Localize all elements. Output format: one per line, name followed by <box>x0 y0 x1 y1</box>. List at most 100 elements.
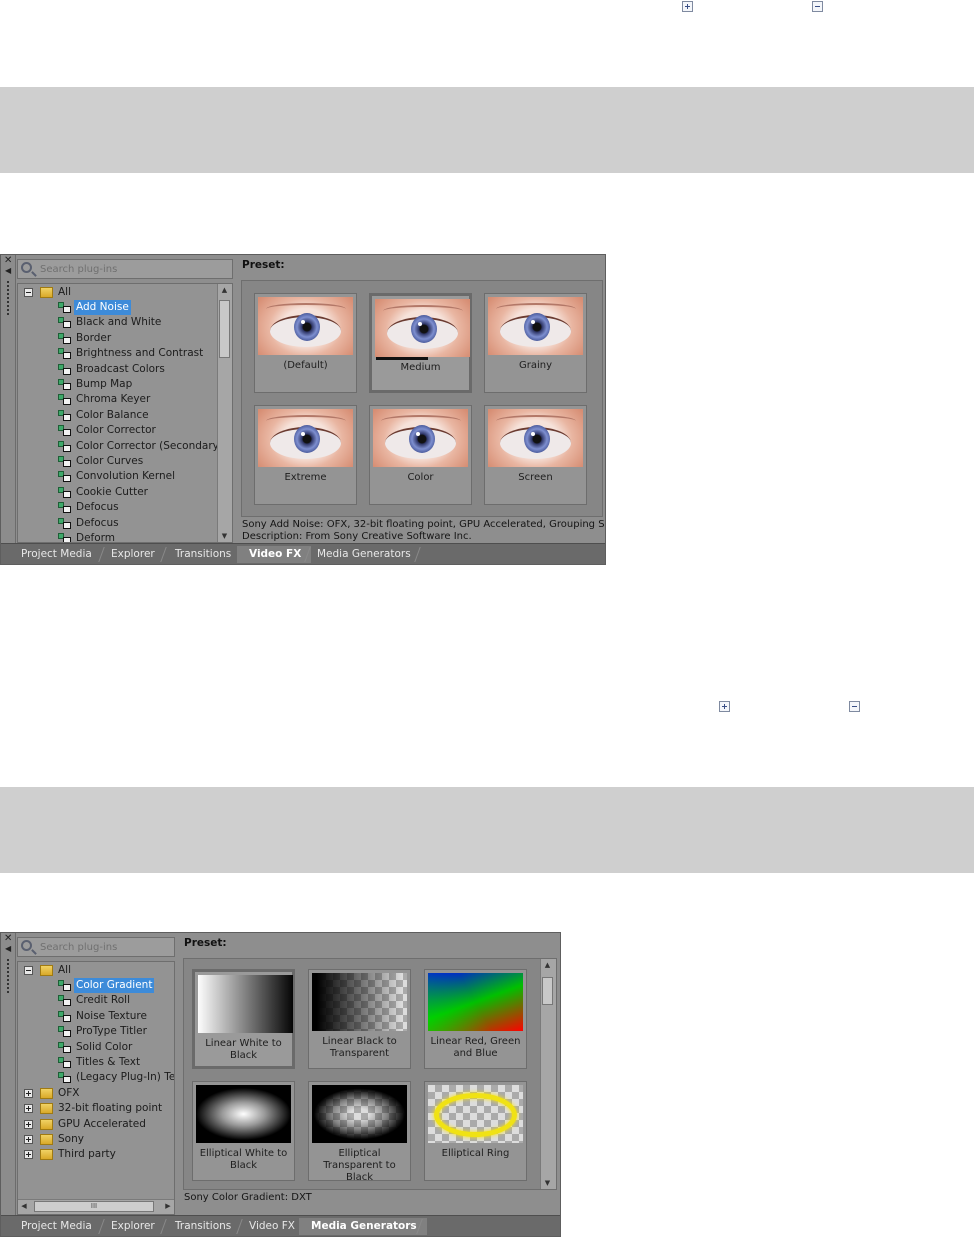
tree-item[interactable]: Defocus <box>18 516 208 531</box>
tree-folder[interactable]: OFX <box>18 1086 168 1101</box>
tree-item[interactable]: Color Corrector (Secondary) <box>18 439 223 454</box>
collapse-all-icon[interactable] <box>812 1 823 12</box>
preset-tile[interactable]: Linear White to Black <box>192 969 295 1069</box>
preset-tile[interactable]: Linear Black to Transparent <box>308 969 411 1069</box>
expand-node-icon[interactable] <box>24 1135 33 1144</box>
tree-item[interactable]: Color Curves <box>18 454 208 469</box>
tree-item[interactable]: Black and White <box>18 315 208 330</box>
preset-tile[interactable]: Elliptical Ring <box>424 1081 527 1181</box>
tree-item[interactable]: Border <box>18 331 208 346</box>
tree-item[interactable]: ProType Titler <box>18 1024 174 1039</box>
tree-folder-label: Third party <box>58 1148 116 1161</box>
expand-all-icon[interactable] <box>719 701 730 712</box>
tab-media-generators[interactable]: Media Generators <box>299 1218 427 1235</box>
tree-item[interactable]: Color Corrector <box>18 423 208 438</box>
tree-folder[interactable]: GPU Accelerated <box>18 1117 168 1132</box>
tree-item[interactable]: Solid Color <box>18 1040 174 1055</box>
scroll-down-icon[interactable]: ▼ <box>541 1177 554 1189</box>
collapse-node-icon[interactable] <box>24 288 33 297</box>
preset-tile[interactable]: Elliptical Transparent to Black <box>308 1081 411 1183</box>
preset-tile[interactable]: Medium <box>369 293 472 393</box>
scroll-thumb[interactable]: III <box>34 1201 154 1212</box>
expand-node-icon[interactable] <box>24 1150 33 1160</box>
tab-video-fx[interactable]: Video FX <box>237 546 312 563</box>
tree-item[interactable]: Chroma Keyer <box>18 392 208 407</box>
dock-arrow-icon[interactable]: ◀ <box>5 945 11 953</box>
scroll-right-icon[interactable]: ▶ <box>162 1200 174 1213</box>
close-icon[interactable]: ✕ <box>4 934 12 944</box>
tree-node-all[interactable]: All <box>18 963 168 978</box>
preset-caption: Linear Red, Green and Blue <box>430 1036 521 1059</box>
tree-item[interactable]: Cookie Cutter <box>18 485 208 500</box>
search-input[interactable] <box>40 262 225 276</box>
expand-node-icon[interactable] <box>24 1104 33 1114</box>
tab-video-fx[interactable]: Video FX <box>237 1218 305 1235</box>
grip-handle-icon[interactable] <box>7 959 9 993</box>
tree-item[interactable]: Color Balance <box>18 408 208 423</box>
preset-tile[interactable]: Color <box>369 405 472 505</box>
tree-item-label: Chroma Keyer <box>76 393 151 406</box>
expand-node-icon[interactable] <box>24 1119 33 1129</box>
plugin-icon <box>58 456 71 467</box>
scroll-up-icon[interactable]: ▲ <box>541 959 554 971</box>
close-icon[interactable]: ✕ <box>4 256 12 266</box>
collapse-node-icon[interactable] <box>24 966 33 975</box>
preset-caption: Elliptical White to Black <box>199 1148 288 1171</box>
tree-item[interactable]: Defocus <box>18 500 208 515</box>
preset-thumbnail <box>258 409 353 467</box>
caption-band <box>0 87 974 173</box>
caption-band <box>0 787 974 873</box>
tree-item-label: Color Corrector <box>76 424 156 437</box>
scroll-left-icon[interactable]: ◀ <box>18 1200 30 1213</box>
preset-scrollbar[interactable]: ▲ ▼ <box>540 959 556 1189</box>
tree-item[interactable]: Bump Map <box>18 377 208 392</box>
preset-tile[interactable]: Grainy <box>484 293 587 393</box>
tab-explorer[interactable]: Explorer <box>99 546 165 563</box>
tree-item[interactable]: Deform <box>18 531 208 542</box>
generator-tree: All Color Gradient Credit Roll Noise Textu… <box>17 961 175 1215</box>
tree-folder[interactable]: 32-bit floating point <box>18 1101 168 1116</box>
tree-scrollbar[interactable]: ▲ ▼ <box>217 284 232 542</box>
tab-transitions[interactable]: Transitions <box>163 546 241 563</box>
tree-item[interactable]: Brightness and Contrast <box>18 346 208 361</box>
tree-folder[interactable]: Third party <box>18 1147 168 1162</box>
search-box[interactable] <box>17 937 175 957</box>
grip-handle-icon[interactable] <box>7 281 9 315</box>
tree-item[interactable]: Credit Roll <box>18 993 174 1008</box>
tab-project-media[interactable]: Project Media <box>9 546 102 563</box>
tree-node-all[interactable]: All <box>18 285 218 300</box>
expand-node-icon[interactable] <box>24 1088 33 1098</box>
preset-tile[interactable]: Screen <box>484 405 587 505</box>
tree-item[interactable]: Color Gradient <box>18 978 174 993</box>
tree-item[interactable]: Noise Texture <box>18 1009 174 1024</box>
tree-item[interactable]: (Legacy Plug-In) Text <box>18 1070 174 1085</box>
collapse-all-icon[interactable] <box>849 701 860 712</box>
preset-tile[interactable]: Linear Red, Green and Blue <box>424 969 527 1069</box>
tree-hscrollbar[interactable]: ◀ III ▶ <box>18 1199 174 1214</box>
scroll-down-icon[interactable]: ▼ <box>218 530 231 542</box>
preset-tile[interactable]: Elliptical White to Black <box>192 1081 295 1181</box>
dock-arrow-icon[interactable]: ◀ <box>5 267 11 275</box>
window-tabs: Project Media Explorer Transitions Video… <box>1 543 605 564</box>
search-input[interactable] <box>40 940 168 954</box>
tree-item[interactable]: Add Noise <box>18 300 208 315</box>
expand-all-icon[interactable] <box>682 1 693 12</box>
tab-transitions[interactable]: Transitions <box>163 1218 241 1235</box>
plugin-icon <box>58 409 71 421</box>
preset-grid: (Default) Medium Grainy Extreme Color Screen <box>241 280 603 517</box>
tree-item[interactable]: Convolution Kernel <box>18 469 208 484</box>
tree-item[interactable]: Titles & Text <box>18 1055 174 1070</box>
tab-project-media[interactable]: Project Media <box>9 1218 102 1235</box>
tree-item[interactable]: Broadcast Colors <box>18 362 208 377</box>
plugin-icon <box>58 980 71 991</box>
tab-media-generators[interactable]: Media Generators <box>305 546 421 563</box>
tab-explorer[interactable]: Explorer <box>99 1218 165 1235</box>
search-box[interactable] <box>17 259 233 279</box>
folder-icon <box>40 1103 53 1115</box>
scroll-thumb[interactable] <box>219 300 230 358</box>
preset-tile[interactable]: (Default) <box>254 293 357 393</box>
scroll-thumb[interactable] <box>542 977 553 1005</box>
preset-tile[interactable]: Extreme <box>254 405 357 505</box>
scroll-up-icon[interactable]: ▲ <box>218 284 231 296</box>
tree-folder[interactable]: Sony <box>18 1132 168 1147</box>
